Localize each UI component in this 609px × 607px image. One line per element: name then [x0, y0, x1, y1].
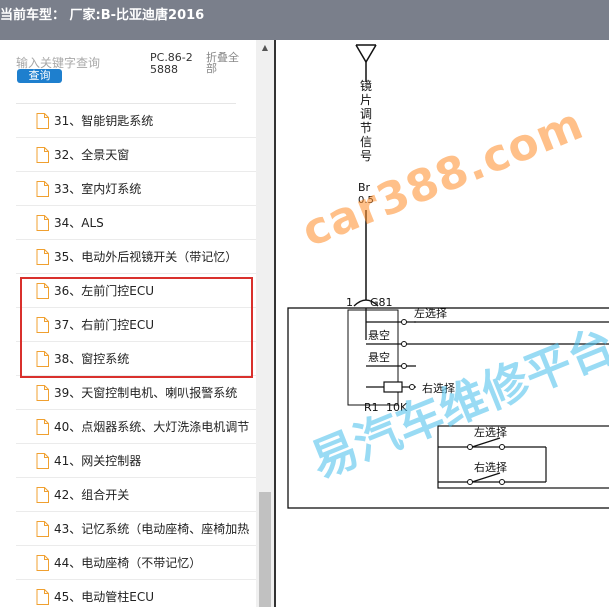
- hanging-label-1: 悬空: [368, 328, 390, 342]
- document-icon: [36, 248, 49, 265]
- signal-label-char: 镜: [360, 78, 372, 93]
- collapse-all-link[interactable]: 折叠全部: [206, 52, 246, 74]
- signal-label: 镜片调节信号: [360, 78, 372, 163]
- tree-item-label: 39、天窗控制电机、喇叭报警系统: [54, 386, 238, 400]
- tree-item-label: 45、电动管柱ECU: [54, 590, 155, 604]
- scroll-thumb[interactable]: [259, 492, 271, 607]
- tree-item[interactable]: 44、电动座椅（不带记忆）: [16, 546, 256, 580]
- document-icon: [36, 180, 49, 197]
- signal-label-char: 信: [360, 135, 372, 149]
- tree-item[interactable]: 34、ALS: [16, 206, 256, 240]
- document-icon: [36, 588, 49, 605]
- contact-point: [401, 341, 407, 347]
- signal-label-char: 片: [360, 93, 372, 107]
- vertical-scrollbar[interactable]: ▲: [256, 40, 274, 607]
- switch-blade: [471, 472, 501, 483]
- current-model-title: 当前车型： 厂家:B-比亚迪唐2016: [0, 8, 205, 23]
- tree-item-label: 41、网关控制器: [54, 454, 142, 468]
- tree-item[interactable]: 35、电动外后视镜开关（带记忆）: [16, 240, 256, 274]
- tree-item-label: 35、电动外后视镜开关（带记忆）: [54, 250, 238, 264]
- tree-item[interactable]: 40、点烟器系统、大灯洗涤电机调节: [16, 410, 256, 444]
- signal-label-char: 号: [360, 149, 372, 163]
- connector-pin-label: 1: [346, 296, 353, 309]
- search-area: 查询 PC.86-25888 折叠全部: [0, 40, 256, 96]
- tree-item-label: 40、点烟器系统、大灯洗涤电机调节: [54, 420, 250, 434]
- search-button[interactable]: 查询: [17, 69, 62, 83]
- tree-item-label: 34、ALS: [54, 216, 104, 230]
- tree-item[interactable]: 43、记忆系统（电动座椅、座椅加热: [16, 512, 256, 546]
- highlight-box: [20, 277, 253, 378]
- tree-item[interactable]: 33、室内灯系统: [16, 172, 256, 206]
- tree-item-label: 31、智能钥匙系统: [54, 114, 154, 128]
- signal-label-char: 节: [360, 121, 372, 135]
- tree-item[interactable]: 42、组合开关: [16, 478, 256, 512]
- lower-switch-block: [437, 425, 609, 489]
- document-icon: [36, 520, 49, 537]
- switch-blade: [471, 437, 501, 448]
- connector-id-label: G81: [370, 296, 393, 309]
- scroll-up-arrow-icon[interactable]: ▲: [256, 40, 274, 56]
- contact-point: [401, 319, 407, 325]
- tree-item[interactable]: 39、天窗控制电机、喇叭报警系统: [16, 376, 256, 410]
- document-icon: [36, 554, 49, 571]
- tree-item[interactable]: 31、智能钥匙系统: [16, 104, 256, 138]
- tree-item-label: 32、全景天窗: [54, 148, 130, 162]
- tree-item[interactable]: 45、电动管柱ECU: [16, 580, 256, 607]
- document-icon: [36, 214, 49, 231]
- pc-code-label: PC.86-25888: [150, 51, 193, 76]
- tree-item[interactable]: 32、全景天窗: [16, 138, 256, 172]
- document-icon: [36, 486, 49, 503]
- signal-terminal-icon: [355, 44, 377, 82]
- contact-point: [401, 363, 407, 369]
- document-icon: [36, 418, 49, 435]
- contact-point: [499, 444, 505, 450]
- lower-right-label: 右选择: [474, 460, 507, 474]
- contact-point: [499, 479, 505, 485]
- document-icon: [36, 112, 49, 129]
- window-title-bar: 当前车型： 厂家:B-比亚迪唐2016: [0, 0, 609, 40]
- left-tree-panel: 查询 PC.86-25888 折叠全部 31、智能钥匙系统 32、全景天窗 33、室…: [0, 40, 274, 607]
- contact-point: [467, 444, 473, 450]
- tree-item-label: 33、室内灯系统: [54, 182, 142, 196]
- tree-item[interactable]: 41、网关控制器: [16, 444, 256, 478]
- document-icon: [36, 146, 49, 163]
- switch-left-label: 左选择: [414, 306, 447, 320]
- tree-item-label: 44、电动座椅（不带记忆）: [54, 556, 202, 570]
- contact-point: [467, 479, 473, 485]
- document-icon: [36, 384, 49, 401]
- tree-item-label: 42、组合开关: [54, 488, 130, 502]
- tree-item-label: 43、记忆系统（电动座椅、座椅加热: [54, 522, 250, 536]
- hanging-label-2: 悬空: [368, 350, 390, 364]
- document-icon: [36, 452, 49, 469]
- signal-label-char: 调: [360, 107, 372, 121]
